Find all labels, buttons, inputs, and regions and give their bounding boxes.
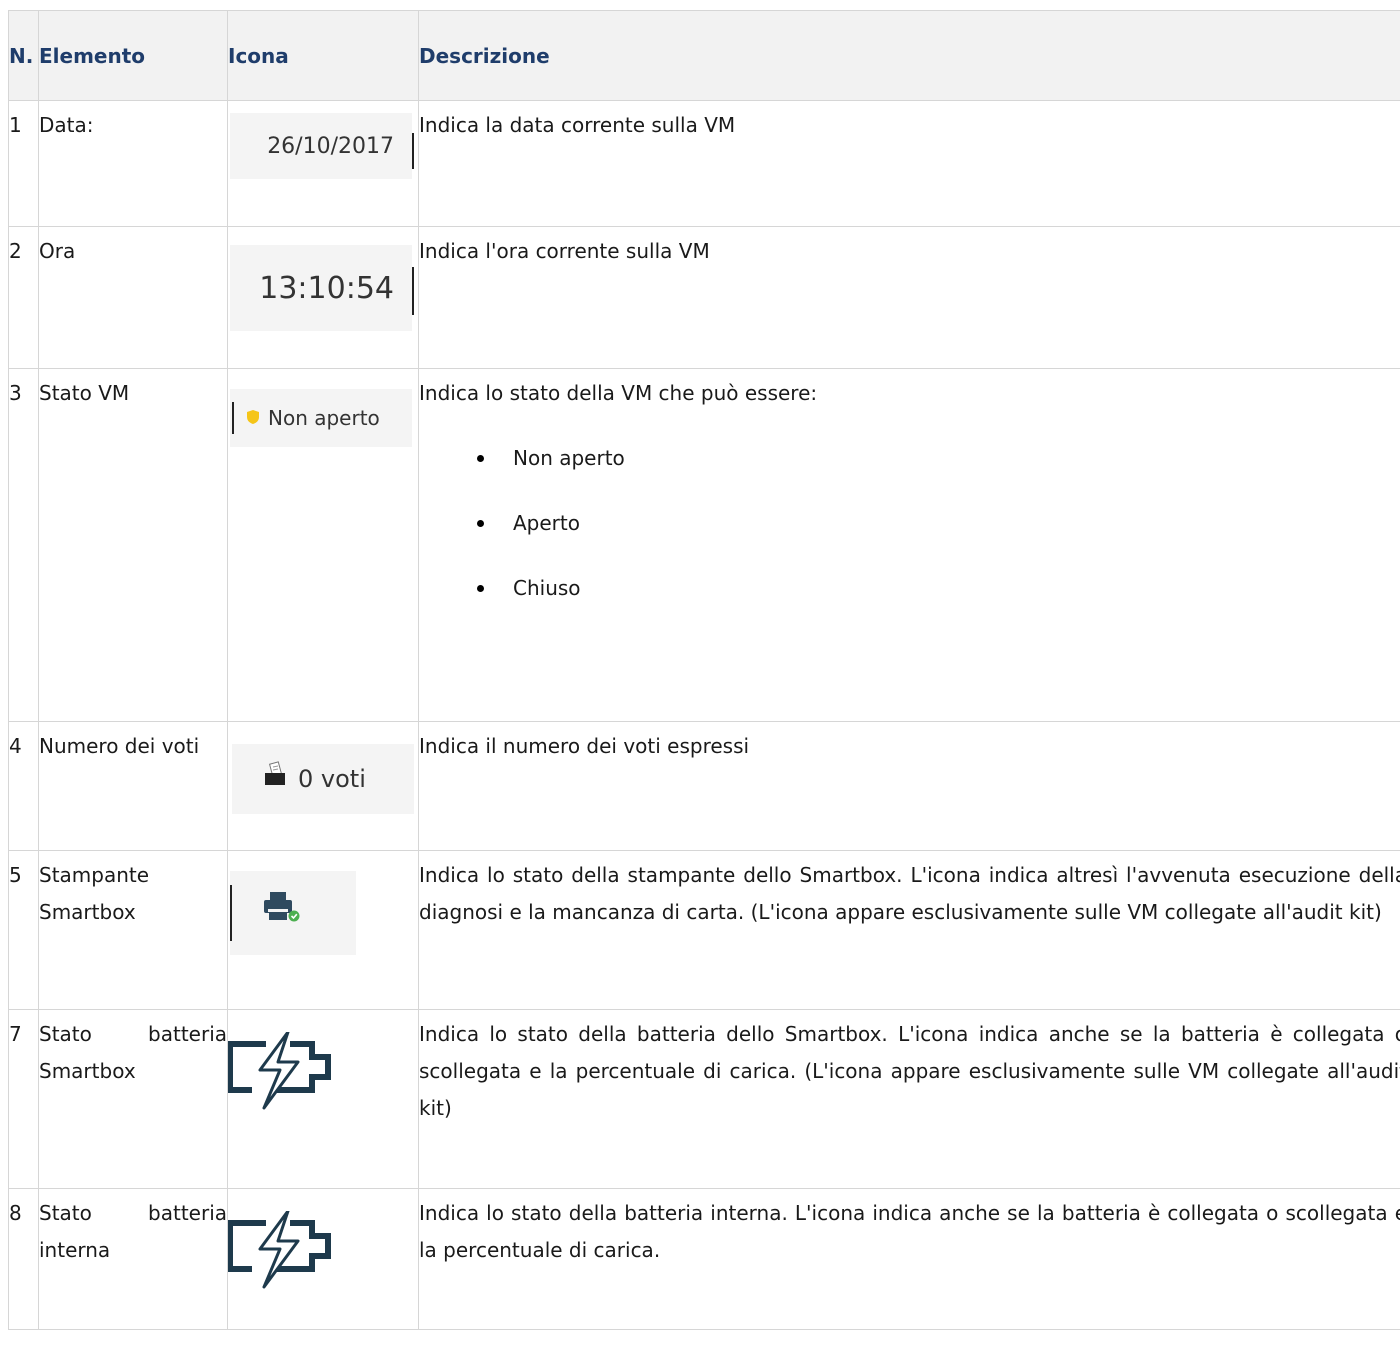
vm-states-list: Non aperto Aperto Chiuso xyxy=(419,426,1400,621)
divider xyxy=(412,133,414,169)
row-element: Ora xyxy=(39,239,76,263)
row-num: 4 xyxy=(9,734,22,758)
header-num: N. xyxy=(8,10,39,101)
battery-charging-icon xyxy=(227,1209,338,1307)
list-item: Aperto xyxy=(419,491,1400,556)
row-num: 1 xyxy=(9,113,22,137)
row-icon-cell xyxy=(227,1009,419,1189)
printer-icon xyxy=(262,892,302,934)
header-description: Descrizione xyxy=(418,10,1400,101)
table-row: 8 Stato batteria interna Indica lo stato… xyxy=(8,1188,1400,1330)
ballot-box-icon xyxy=(262,760,288,798)
date-value: 26/10/2017 xyxy=(267,133,394,159)
time-widget: 13:10:54 xyxy=(230,245,414,331)
table-row: 5 Stampante Smartbox Indica lo stato del… xyxy=(8,850,1400,1010)
row-element: Stampante Smartbox xyxy=(39,863,150,924)
shield-icon xyxy=(246,400,260,437)
row-icon-cell: 0 voti xyxy=(227,721,419,851)
row-icon-cell xyxy=(227,1188,419,1330)
row-num: 2 xyxy=(9,239,22,263)
row-description: Indica lo stato della batteria dello Sma… xyxy=(419,1022,1400,1120)
row-icon-cell: 26/10/2017 xyxy=(227,100,419,227)
divider xyxy=(230,885,232,941)
row-description: Indica lo stato della stampante dello Sm… xyxy=(419,863,1400,924)
row-element: Stato batteria interna xyxy=(39,1201,227,1262)
row-description: Indica lo stato della VM che può essere: xyxy=(419,381,818,405)
bullet-icon xyxy=(477,520,484,527)
row-icon-cell xyxy=(227,850,419,1010)
state-label: Non aperto xyxy=(513,446,625,470)
header-icon: Icona xyxy=(227,10,419,101)
row-icon-cell: 13:10:54 xyxy=(227,226,419,369)
table-row: 1 Data: 26/10/2017 Indica la data corren… xyxy=(8,100,1400,227)
row-description: Indica lo stato della batteria interna. … xyxy=(419,1201,1400,1262)
row-description: Indica la data corrente sulla VM xyxy=(419,113,736,137)
row-num: 3 xyxy=(9,381,22,405)
table-row: 2 Ora 13:10:54 Indica l'ora corrente sul… xyxy=(8,226,1400,369)
row-element: Stato batteria Smartbox xyxy=(39,1022,227,1083)
row-num: 8 xyxy=(9,1201,22,1225)
row-icon-cell: Non aperto xyxy=(227,368,419,722)
table-row: 4 Numero dei voti 0 voti Indica il numer… xyxy=(8,721,1400,851)
row-num: 7 xyxy=(9,1022,22,1046)
row-element: Data: xyxy=(39,113,94,137)
header-element: Elemento xyxy=(38,10,228,101)
vm-status-widget: Non aperto xyxy=(230,389,412,447)
row-element: Numero dei voti xyxy=(39,734,200,758)
votes-value: 0 voti xyxy=(298,764,366,793)
row-description: Indica il numero dei voti espressi xyxy=(419,734,750,758)
divider xyxy=(232,402,234,434)
table-row: 7 Stato batteria Smartbox Indica lo stat… xyxy=(8,1009,1400,1189)
vm-status-value: Non aperto xyxy=(268,405,380,430)
bullet-icon xyxy=(477,455,484,462)
votes-widget: 0 voti xyxy=(232,744,414,814)
date-widget: 26/10/2017 xyxy=(230,113,414,179)
row-num: 5 xyxy=(9,863,22,887)
printer-widget xyxy=(230,871,356,955)
list-item: Chiuso xyxy=(419,556,1400,621)
elements-table: N. Elemento Icona Descrizione 1 Data: 26… xyxy=(8,10,1400,1330)
table-row: 3 Stato VM Non aperto Indica lo stato de… xyxy=(8,368,1400,722)
battery-charging-icon xyxy=(227,1030,338,1128)
table-header-row: N. Elemento Icona Descrizione xyxy=(8,10,1400,101)
state-label: Chiuso xyxy=(513,576,581,600)
divider xyxy=(412,267,414,315)
row-description: Indica l'ora corrente sulla VM xyxy=(419,239,710,263)
time-value: 13:10:54 xyxy=(259,270,394,306)
row-element: Stato VM xyxy=(39,381,130,405)
state-label: Aperto xyxy=(513,511,580,535)
bullet-icon xyxy=(477,585,484,592)
list-item: Non aperto xyxy=(419,426,1400,491)
